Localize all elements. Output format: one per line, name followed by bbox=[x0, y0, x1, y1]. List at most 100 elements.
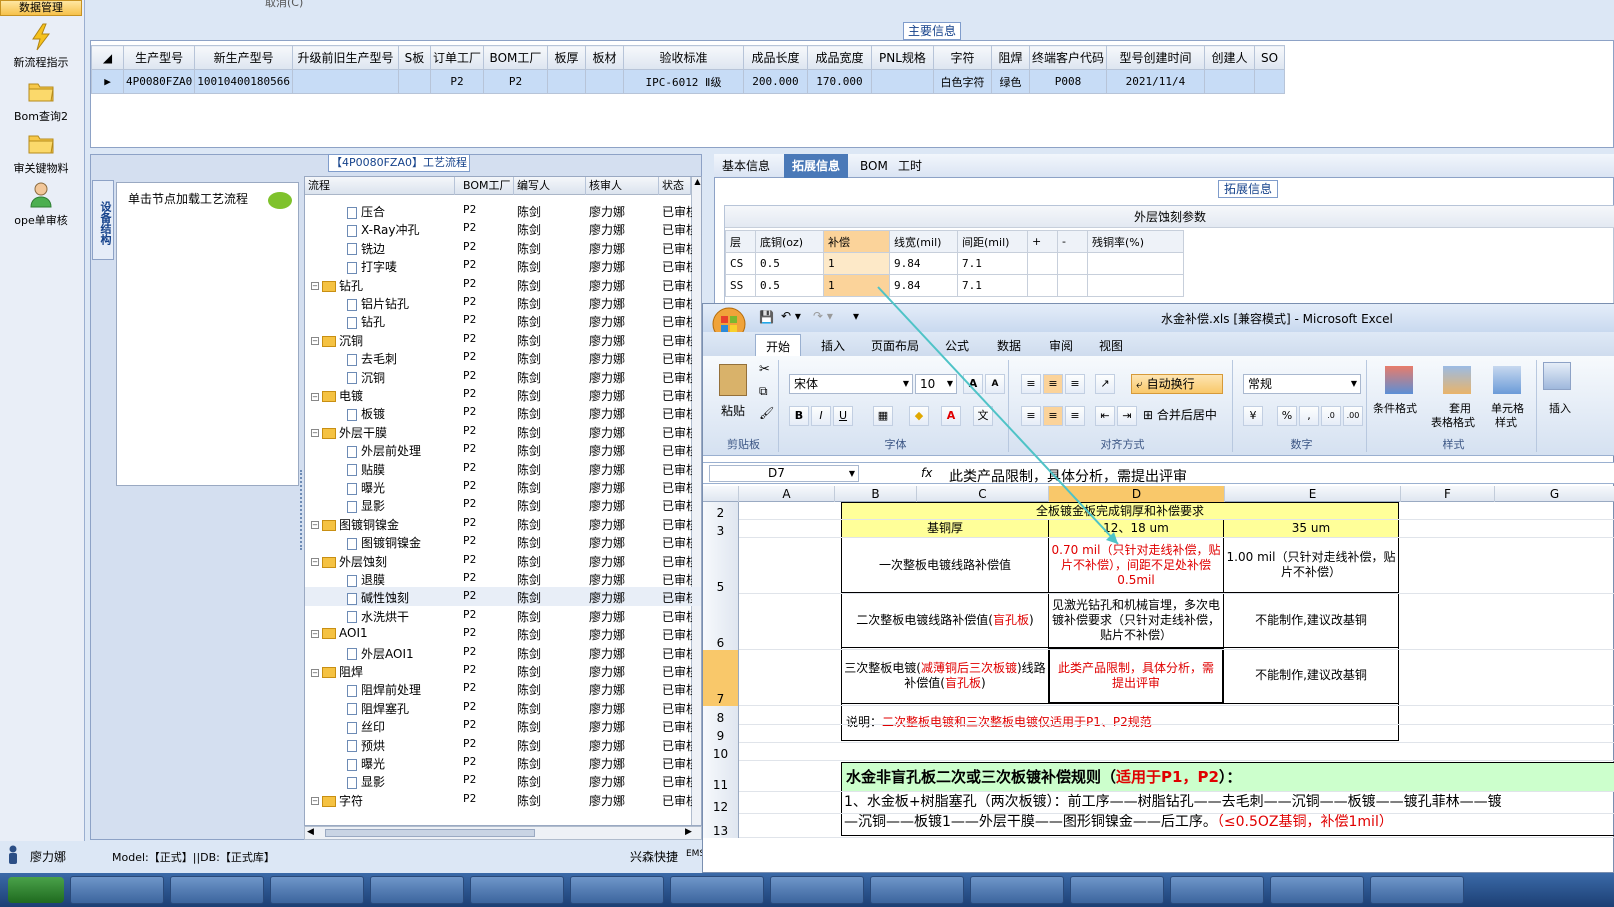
tab-review[interactable]: 审阅 bbox=[1049, 337, 1073, 354]
increase-decimal-icon[interactable]: .0 bbox=[1321, 406, 1341, 426]
process-tree-row[interactable]: 外层AOI1 P2 陈剑 廖力娜 已审核 bbox=[305, 643, 701, 662]
etch-cell[interactable] bbox=[1027, 252, 1058, 275]
process-tree-row[interactable]: 压合 P2 陈剑 廖力娜 已审核 bbox=[305, 201, 701, 220]
align-middle-icon[interactable]: ≡ bbox=[1043, 374, 1063, 394]
etch-cell[interactable]: 1 bbox=[823, 252, 890, 275]
etch-cell[interactable]: 1 bbox=[823, 274, 890, 297]
sidebar-header[interactable]: 数据管理 bbox=[0, 0, 82, 16]
collapse-icon[interactable]: − bbox=[311, 629, 319, 638]
collapse-icon[interactable]: − bbox=[311, 521, 319, 530]
main-cell[interactable] bbox=[1253, 69, 1285, 94]
row-header[interactable]: 10 bbox=[703, 743, 739, 761]
main-cell[interactable] bbox=[546, 69, 586, 94]
scroll-thumb[interactable] bbox=[325, 829, 535, 837]
column-header[interactable]: B bbox=[835, 486, 917, 502]
orientation-icon[interactable]: ↗ bbox=[1095, 374, 1115, 394]
format-painter-icon[interactable]: 🖌 bbox=[759, 406, 774, 420]
main-col-header[interactable]: 板厚 bbox=[546, 45, 586, 70]
taskbar-button[interactable] bbox=[1070, 876, 1164, 904]
phonetic-icon[interactable]: 文 bbox=[973, 406, 993, 426]
process-tree-row[interactable]: 板镀 P2 陈剑 廖力娜 已审核 bbox=[305, 403, 701, 422]
process-tree-row[interactable]: − AOI1 P2 陈剑 廖力娜 已审核 bbox=[305, 624, 701, 643]
etch-col-header[interactable]: - bbox=[1057, 230, 1088, 253]
font-color-icon[interactable]: A bbox=[941, 406, 961, 426]
sidebar-item-bom-query[interactable]: Bom查询2 bbox=[0, 76, 82, 124]
main-col-header[interactable]: S板 bbox=[397, 45, 431, 70]
column-header[interactable]: C bbox=[917, 486, 1049, 502]
italic-button[interactable]: I bbox=[811, 406, 831, 426]
collapse-icon[interactable]: − bbox=[311, 429, 319, 438]
etch-col-header[interactable]: 残铜率(%) bbox=[1087, 230, 1184, 253]
etch-row[interactable]: CS 0.5 1 9.84 7.1 bbox=[725, 252, 1184, 275]
process-tree-row[interactable]: X-Ray冲孔 P2 陈剑 廖力娜 已审核 bbox=[305, 219, 701, 238]
quick-access-menu-icon[interactable]: ▾ bbox=[853, 309, 859, 323]
row-header[interactable]: 2 bbox=[703, 502, 739, 520]
taskbar-button[interactable] bbox=[270, 876, 364, 904]
main-col-header[interactable]: 新生产型号 bbox=[194, 45, 293, 70]
taskbar-button[interactable] bbox=[770, 876, 864, 904]
main-cell[interactable] bbox=[870, 69, 934, 94]
fill-color-icon[interactable]: ◆ bbox=[909, 406, 929, 426]
name-box[interactable]: D7 ▼ bbox=[709, 465, 859, 482]
main-cell[interactable]: IPC-6012 Ⅱ级 bbox=[622, 69, 744, 94]
col-header-bom[interactable]: BOM工厂 bbox=[460, 177, 514, 195]
border-icon[interactable]: ▦ bbox=[873, 406, 893, 426]
col-header-writer[interactable]: 编写人 bbox=[514, 177, 586, 195]
process-tree-row[interactable]: − 外层蚀刻 P2 陈剑 廖力娜 已审核 bbox=[305, 551, 701, 570]
main-cell[interactable]: P2 bbox=[482, 69, 548, 94]
main-col-header[interactable]: 板材 bbox=[584, 45, 624, 70]
column-header[interactable]: G bbox=[1495, 486, 1614, 502]
main-col-header[interactable]: BOM工厂 bbox=[482, 45, 548, 70]
process-tree-row[interactable]: − 外层干膜 P2 陈剑 廖力娜 已审核 bbox=[305, 422, 701, 441]
align-right-icon[interactable]: ≡ bbox=[1065, 406, 1085, 426]
process-tree-row[interactable]: 沉铜 P2 陈剑 廖力娜 已审核 bbox=[305, 367, 701, 386]
horizontal-scrollbar[interactable]: ◀ ▶ bbox=[304, 826, 702, 840]
copy-icon[interactable]: ⧉ bbox=[759, 384, 768, 399]
etch-cell[interactable] bbox=[1087, 252, 1184, 275]
collapse-icon[interactable]: − bbox=[311, 392, 319, 401]
taskbar-button[interactable] bbox=[1170, 876, 1264, 904]
process-tree-row[interactable]: 显影 P2 陈剑 廖力娜 已审核 bbox=[305, 495, 701, 514]
main-col-header[interactable]: 成品长度 bbox=[742, 45, 808, 70]
table-format-line2[interactable]: 表格格式 bbox=[1431, 414, 1475, 430]
cell-style-line2[interactable]: 样式 bbox=[1495, 414, 1517, 430]
main-col-header[interactable]: 验收标准 bbox=[622, 45, 744, 70]
process-tree-row[interactable]: 铣边 P2 陈剑 廖力娜 已审核 bbox=[305, 238, 701, 257]
table-format-icon[interactable] bbox=[1443, 366, 1471, 394]
process-tree-row[interactable]: 曝光 P2 陈剑 廖力娜 已审核 bbox=[305, 753, 701, 772]
etch-col-header[interactable]: 底铜(oz) bbox=[755, 230, 824, 253]
process-tree-row[interactable]: 铝片钻孔 P2 陈剑 廖力娜 已审核 bbox=[305, 293, 701, 312]
etch-col-header[interactable]: 补偿 bbox=[823, 230, 890, 253]
tab-work-hours[interactable]: 工时 bbox=[890, 154, 930, 178]
process-tree-row[interactable]: 水洗烘干 P2 陈剑 廖力娜 已审核 bbox=[305, 606, 701, 625]
taskbar-button[interactable] bbox=[670, 876, 764, 904]
main-cell[interactable]: 绿色 bbox=[990, 69, 1030, 94]
tab-home[interactable]: 开始 bbox=[755, 334, 802, 358]
conditional-format-button[interactable]: 条件格式 bbox=[1373, 400, 1417, 416]
main-cell[interactable] bbox=[584, 69, 624, 94]
process-tree-row[interactable]: 图镀铜镍金 P2 陈剑 廖力娜 已审核 bbox=[305, 532, 701, 551]
process-tree-row[interactable]: − 阻焊 P2 陈剑 廖力娜 已审核 bbox=[305, 661, 701, 680]
main-cell[interactable] bbox=[397, 69, 431, 94]
process-tree-row[interactable]: 碱性蚀刻 P2 陈剑 廖力娜 已审核 bbox=[305, 587, 701, 606]
main-col-header[interactable]: 字符 bbox=[932, 45, 992, 70]
save-icon[interactable]: 💾 bbox=[759, 310, 774, 324]
undo-icon[interactable]: ↶ ▾ bbox=[781, 309, 801, 323]
main-col-header[interactable]: 升级前旧生产型号 bbox=[291, 45, 399, 70]
main-col-header[interactable]: SO bbox=[1253, 45, 1285, 70]
sidebar-item-key-material[interactable]: 审关键物料 bbox=[0, 128, 82, 176]
process-tree-row[interactable]: 显影 P2 陈剑 廖力娜 已审核 bbox=[305, 771, 701, 790]
process-tree-row[interactable]: − 钻孔 P2 陈剑 廖力娜 已审核 bbox=[305, 275, 701, 294]
conditional-format-icon[interactable] bbox=[1385, 366, 1413, 394]
insert-function-icon[interactable]: fx bbox=[921, 466, 932, 480]
etch-cell[interactable]: 9.84 bbox=[889, 274, 958, 297]
paste-icon[interactable] bbox=[719, 364, 747, 396]
etch-cell[interactable]: CS bbox=[725, 252, 756, 275]
main-cell[interactable]: 10010400180566 bbox=[194, 69, 293, 94]
grow-font-icon[interactable]: A bbox=[963, 374, 983, 394]
row-header[interactable]: 13 bbox=[703, 814, 739, 838]
col-header-flow[interactable]: 流程 bbox=[305, 177, 455, 195]
increase-indent-icon[interactable]: ⇥ bbox=[1117, 406, 1137, 426]
insert-cells-icon[interactable] bbox=[1543, 362, 1571, 390]
taskbar-button[interactable] bbox=[1270, 876, 1364, 904]
